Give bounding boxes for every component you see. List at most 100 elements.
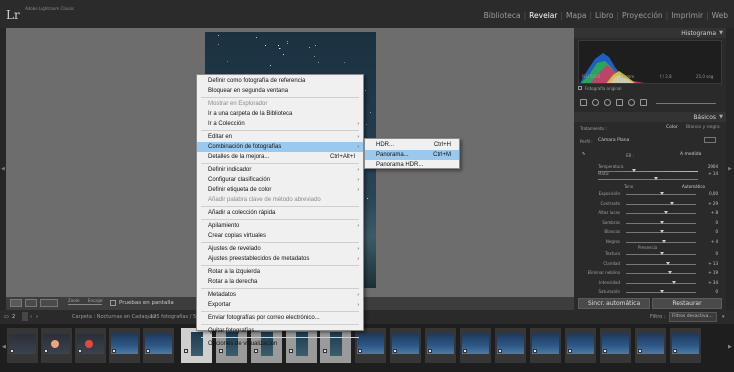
slider-knob[interactable] [662, 239, 666, 243]
slider-knob[interactable] [668, 271, 672, 274]
slider-knob[interactable] [660, 230, 664, 233]
filmstrip[interactable]: ◀ ▶ [0, 324, 734, 372]
slider-knob[interactable] [660, 290, 664, 293]
filmstrip-thumbnail[interactable] [530, 328, 561, 363]
module-imprimir[interactable]: Imprimir [671, 11, 703, 20]
filmstrip-thumbnail[interactable] [495, 328, 526, 363]
menu-item[interactable]: Crear copias virtuales [197, 231, 363, 241]
menu-item[interactable]: Definir etiqueta de color › [197, 185, 363, 195]
menu-item[interactable]: Ir a Colección › [197, 119, 363, 129]
filmstrip-thumbnail[interactable] [425, 328, 456, 363]
profile-browser-icon[interactable] [704, 137, 716, 143]
collapse-basic-icon[interactable]: ▼ [719, 114, 723, 120]
expand-left-panel-icon[interactable]: ◀ [1, 166, 5, 172]
module-proyección[interactable]: Proyección [622, 11, 663, 20]
slider-knob[interactable] [672, 280, 676, 284]
slider-value[interactable]: 0 [702, 229, 718, 234]
soft-proof-checkbox[interactable] [110, 300, 116, 306]
brush-icon[interactable] [640, 99, 647, 106]
basic-panel-header[interactable]: Básicos ▼ [574, 112, 726, 122]
profile-dropdown[interactable]: Cámara Plana [598, 138, 629, 143]
module-mapa[interactable]: Mapa [566, 11, 586, 20]
temp-slider[interactable] [598, 171, 698, 172]
menu-item[interactable]: Definir como fotografía de referencia [197, 76, 363, 86]
adjustment-slider[interactable] [626, 241, 696, 243]
secondary-window-icon[interactable]: ▭ [4, 314, 9, 320]
menu-item[interactable]: Exportar › [197, 300, 363, 310]
menu-item[interactable]: Apilamiento › [197, 221, 363, 231]
filmstrip-scroll-left-icon[interactable]: ◀ [2, 344, 6, 350]
menu-item[interactable]: Editar en › [197, 132, 363, 142]
slider-value[interactable]: + 8 [702, 210, 718, 215]
white-balance-picker-icon[interactable]: ✎ [582, 151, 585, 156]
slider-knob[interactable] [660, 220, 664, 224]
temp-value[interactable]: 2904 [702, 164, 718, 169]
filmstrip-thumbnail[interactable] [670, 328, 701, 363]
menu-item[interactable]: Definir indicador › [197, 165, 363, 175]
original-photo-checkbox[interactable] [578, 86, 582, 90]
module-biblioteca[interactable]: Biblioteca [484, 11, 521, 20]
menu-item[interactable]: Rotar a la derecha [197, 277, 363, 287]
menu-item[interactable]: Configurar clasificación › [197, 175, 363, 185]
tool-amount-slider[interactable] [656, 103, 716, 104]
adjustment-slider[interactable] [626, 263, 696, 265]
filmstrip-thumbnail[interactable] [635, 328, 666, 363]
slider-knob[interactable] [660, 192, 664, 195]
submenu-item[interactable]: Panorama HDR... [365, 160, 459, 170]
filmstrip-thumbnail[interactable] [143, 328, 174, 363]
tint-value[interactable]: + 14 [702, 171, 718, 176]
filmstrip-thumbnail[interactable] [600, 328, 631, 363]
reset-button[interactable]: Restaurar [652, 298, 722, 309]
slider-knob[interactable] [660, 252, 664, 255]
submenu-item[interactable]: HDR... Ctrl+H [365, 140, 459, 150]
filmstrip-thumbnail[interactable] [109, 328, 140, 363]
spot-removal-icon[interactable] [592, 99, 599, 106]
filmstrip-thumbnail[interactable] [460, 328, 491, 363]
tint-slider-knob[interactable] [654, 177, 658, 180]
adjustment-slider[interactable] [626, 203, 696, 205]
slider-value[interactable]: + 19 [702, 270, 718, 275]
collapse-right-panel-icon[interactable]: ▶ [728, 166, 732, 172]
grid-view-icon[interactable] [22, 312, 28, 321]
adjustment-slider[interactable] [626, 213, 696, 214]
menu-item[interactable]: Combinación de fotografías › [197, 142, 363, 152]
slider-value[interactable]: 0 [702, 220, 718, 225]
menu-item[interactable]: Añadir a colección rápida [197, 208, 363, 218]
before-after-button[interactable] [25, 299, 37, 307]
filmstrip-thumbnail[interactable] [75, 328, 106, 363]
slider-value[interactable]: + 34 [702, 280, 718, 285]
temp-slider-knob[interactable] [632, 169, 636, 172]
loupe-view-button[interactable] [10, 299, 22, 307]
nav-back-icon[interactable]: ‹ [30, 314, 32, 320]
auto-sync-button[interactable]: Sincr. automática [578, 298, 650, 309]
filmstrip-source-path[interactable]: Carpeta : Nocturnas en Cadaques [72, 314, 156, 320]
wb-dropdown[interactable]: A medida [680, 152, 701, 157]
module-libro[interactable]: Libro [595, 11, 614, 20]
submenu-item[interactable]: Panorama... Ctrl+M [365, 150, 459, 160]
slider-value[interactable]: 0 [702, 251, 718, 256]
menu-item[interactable]: Metadatos › [197, 290, 363, 300]
slider-knob[interactable] [670, 201, 674, 205]
tint-slider[interactable] [598, 179, 698, 180]
filmstrip-scroll-right-icon[interactable]: ▶ [728, 344, 732, 350]
nav-forward-icon[interactable]: › [36, 314, 38, 320]
filmstrip-thumbnail[interactable] [41, 328, 72, 363]
menu-item[interactable]: Ajustes de revelado › [197, 244, 363, 254]
filmstrip-thumbnail[interactable] [565, 328, 596, 363]
menu-item[interactable]: Ajustes preestablecidos de metadatos › [197, 254, 363, 264]
zoom-slider[interactable] [68, 304, 102, 305]
radial-filter-icon[interactable] [628, 99, 635, 106]
slider-value[interactable]: + 13 [702, 261, 718, 266]
menu-item[interactable]: Enviar fotografías por correo electrónic… [197, 313, 363, 323]
filmstrip-thumbnail[interactable] [390, 328, 421, 363]
adjustment-slider[interactable] [626, 273, 696, 274]
menu-item[interactable]: Detalles de la mejora... Ctrl+Alt+I [197, 152, 363, 162]
menu-item[interactable]: Bloquear en segunda ventana [197, 86, 363, 96]
slider-value[interactable]: 0 [702, 289, 718, 294]
menu-item[interactable]: Opciones de visualización › [197, 339, 363, 349]
menu-item[interactable]: Quitar fotografías... [197, 326, 363, 336]
slider-value[interactable]: + 29 [702, 201, 718, 206]
adjustment-slider[interactable] [626, 282, 696, 284]
slider-value[interactable]: 0,00 [702, 191, 718, 196]
module-web[interactable]: Web [712, 11, 728, 20]
